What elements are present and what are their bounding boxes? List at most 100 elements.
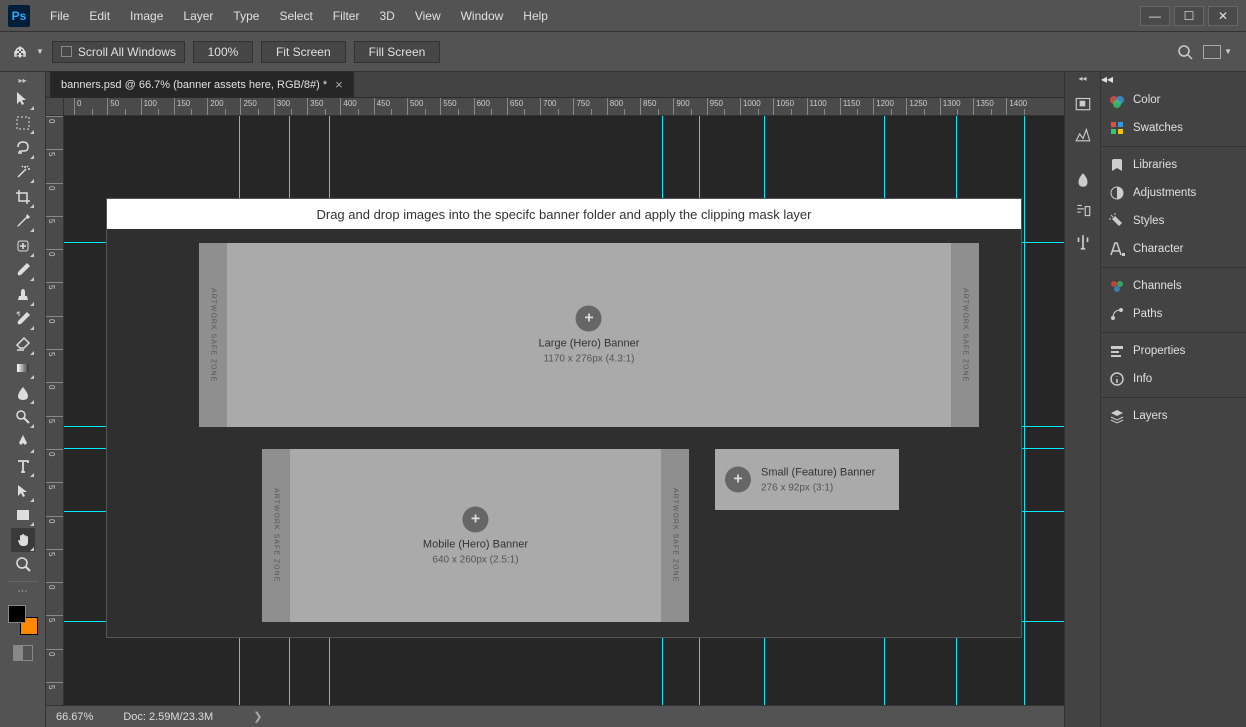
banner-dimensions: 640 x 260px (2.5:1) bbox=[432, 554, 518, 565]
panel-collapse-toggle[interactable]: ◂◂ bbox=[1101, 72, 1246, 86]
fill-screen-button[interactable]: Fill Screen bbox=[354, 41, 441, 63]
panel-layers[interactable]: Layers bbox=[1101, 402, 1246, 430]
tools-panel: ▸▸ ⋯ bbox=[0, 72, 46, 727]
character-icon bbox=[1109, 241, 1125, 257]
workspace-switcher[interactable]: ▼ bbox=[1203, 45, 1232, 59]
menu-filter[interactable]: Filter bbox=[323, 0, 370, 31]
brushes-icon[interactable] bbox=[1069, 166, 1097, 194]
document-area: banners.psd @ 66.7% (banner assets here,… bbox=[46, 72, 1064, 727]
safezone-label: ARTWORK SAFE ZONE bbox=[210, 288, 217, 382]
zoom-tool[interactable] bbox=[11, 552, 35, 576]
window-minimize-button[interactable]: — bbox=[1140, 6, 1170, 26]
history-brush-tool[interactable] bbox=[11, 307, 35, 331]
panel-libraries[interactable]: Libraries bbox=[1101, 151, 1246, 179]
status-menu-icon[interactable]: ❯ bbox=[253, 710, 262, 723]
styles-icon bbox=[1109, 213, 1125, 229]
pen-tool[interactable] bbox=[11, 430, 35, 454]
panel-adjustments[interactable]: Adjustments bbox=[1101, 179, 1246, 207]
quick-mask-toggle[interactable] bbox=[13, 645, 33, 661]
gradient-tool[interactable] bbox=[11, 356, 35, 380]
properties-icon bbox=[1109, 343, 1125, 359]
banner-title: Small (Feature) Banner bbox=[761, 466, 875, 478]
paths-icon bbox=[1109, 306, 1125, 322]
healing-brush-tool[interactable] bbox=[11, 234, 35, 258]
lasso-tool[interactable] bbox=[11, 136, 35, 160]
panel-properties[interactable]: Properties bbox=[1101, 337, 1246, 365]
blur-tool[interactable] bbox=[11, 381, 35, 405]
move-tool[interactable] bbox=[11, 87, 35, 111]
crop-tool[interactable] bbox=[11, 185, 35, 209]
panel-character[interactable]: Character bbox=[1101, 235, 1246, 263]
window-close-button[interactable]: ✕ bbox=[1208, 6, 1238, 26]
panel-color[interactable]: Color bbox=[1101, 86, 1246, 114]
status-bar: 66.67% Doc: 2.59M/23.3M ❯ bbox=[46, 705, 1064, 727]
brush-settings-icon[interactable] bbox=[1069, 197, 1097, 225]
menu-3d[interactable]: 3D bbox=[369, 0, 404, 31]
banner-title: Large (Hero) Banner bbox=[539, 338, 640, 350]
horizontal-ruler[interactable]: 0501001502002503003504004505005506006507… bbox=[64, 98, 1064, 116]
menu-file[interactable]: File bbox=[40, 0, 79, 31]
status-doc-size[interactable]: Doc: 2.59M/23.3M bbox=[123, 711, 213, 723]
type-tool[interactable] bbox=[11, 454, 35, 478]
menubar: Ps FileEditImageLayerTypeSelectFilter3DV… bbox=[0, 0, 1246, 32]
layers-icon bbox=[1109, 408, 1125, 424]
mobile-hero-banner-placeholder: ARTWORK SAFE ZONE ARTWORK SAFE ZONE + Mo… bbox=[262, 449, 689, 622]
menu-view[interactable]: View bbox=[405, 0, 451, 31]
dock-collapse-toggle[interactable]: ◂◂ bbox=[1078, 74, 1086, 86]
panel-channels[interactable]: Channels bbox=[1101, 272, 1246, 300]
search-icon[interactable] bbox=[1177, 44, 1193, 60]
zoom-level-field[interactable]: 100% bbox=[193, 41, 253, 63]
tools-expand-toggle[interactable]: ▸▸ bbox=[0, 74, 45, 86]
window-maximize-button[interactable]: ☐ bbox=[1174, 6, 1204, 26]
close-tab-icon[interactable]: × bbox=[335, 77, 343, 92]
marquee-tool[interactable] bbox=[11, 111, 35, 135]
channels-icon bbox=[1109, 278, 1125, 294]
color-swatches[interactable] bbox=[8, 605, 38, 635]
canvas-viewport[interactable]: Drag and drop images into the specifc ba… bbox=[64, 116, 1064, 705]
dodge-tool[interactable] bbox=[11, 405, 35, 429]
rectangle-tool[interactable] bbox=[11, 503, 35, 527]
panel-swatches[interactable]: Swatches bbox=[1101, 114, 1246, 142]
vertical-ruler[interactable]: 050505050505050505 bbox=[46, 116, 64, 705]
status-zoom[interactable]: 66.67% bbox=[56, 711, 93, 723]
banner-title: Mobile (Hero) Banner bbox=[423, 538, 528, 550]
menu-select[interactable]: Select bbox=[269, 0, 322, 31]
panel-info[interactable]: Info bbox=[1101, 365, 1246, 393]
window-controls: — ☐ ✕ bbox=[1140, 6, 1238, 26]
magic-wand-tool[interactable] bbox=[11, 160, 35, 184]
menu-edit[interactable]: Edit bbox=[79, 0, 120, 31]
menu-window[interactable]: Window bbox=[451, 0, 514, 31]
foreground-color-swatch[interactable] bbox=[8, 605, 26, 623]
collapsed-panel-dock: ◂◂ bbox=[1064, 72, 1100, 727]
panel-paths[interactable]: Paths bbox=[1101, 300, 1246, 328]
document-canvas[interactable]: Drag and drop images into the specifc ba… bbox=[106, 198, 1022, 638]
scroll-all-windows-checkbox[interactable]: Scroll All Windows bbox=[52, 41, 185, 63]
current-tool-indicator[interactable] bbox=[8, 40, 32, 64]
swatches-icon bbox=[1109, 120, 1125, 136]
paragraph-icon[interactable] bbox=[1069, 228, 1097, 256]
vertical-guide[interactable] bbox=[1024, 116, 1025, 705]
large-hero-banner-placeholder: ARTWORK SAFE ZONE ARTWORK SAFE ZONE + La… bbox=[199, 243, 979, 427]
clone-stamp-tool[interactable] bbox=[11, 283, 35, 307]
hand-tool[interactable] bbox=[11, 528, 35, 552]
eyedropper-tool[interactable] bbox=[11, 209, 35, 233]
brush-tool[interactable] bbox=[11, 258, 35, 282]
eraser-tool[interactable] bbox=[11, 332, 35, 356]
banner-dimensions: 1170 x 276px (4.3:1) bbox=[543, 354, 634, 365]
info-icon bbox=[1109, 371, 1125, 387]
menu-type[interactable]: Type bbox=[223, 0, 269, 31]
fit-screen-button[interactable]: Fit Screen bbox=[261, 41, 346, 63]
menu-layer[interactable]: Layer bbox=[173, 0, 223, 31]
path-selection-tool[interactable] bbox=[11, 479, 35, 503]
navigator-icon[interactable] bbox=[1069, 89, 1097, 117]
color-icon bbox=[1109, 92, 1125, 108]
menu-help[interactable]: Help bbox=[513, 0, 558, 31]
panel-styles[interactable]: Styles bbox=[1101, 207, 1246, 235]
ruler-origin[interactable] bbox=[46, 98, 64, 116]
histogram-icon[interactable] bbox=[1069, 120, 1097, 148]
scroll-all-windows-label: Scroll All Windows bbox=[78, 45, 176, 59]
small-feature-banner-placeholder: + Small (Feature) Banner 276 x 92px (3:1… bbox=[715, 449, 899, 510]
document-tab[interactable]: banners.psd @ 66.7% (banner assets here,… bbox=[50, 71, 354, 97]
menu-image[interactable]: Image bbox=[120, 0, 173, 31]
dropdown-caret-icon[interactable]: ▼ bbox=[36, 47, 44, 56]
